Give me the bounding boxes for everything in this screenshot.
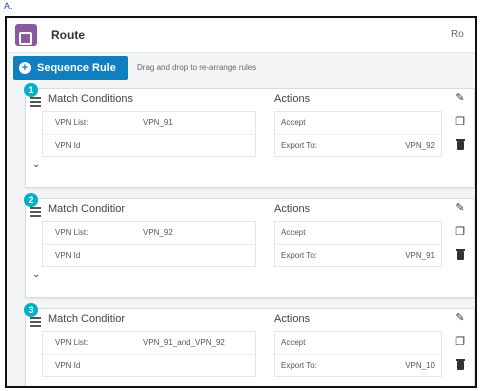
copy-icon[interactable]: ❐	[454, 335, 466, 348]
condition-row: VPN List: VPN_91	[43, 112, 255, 132]
action-key: Accept	[281, 118, 306, 127]
sequence-rule-label: Sequence Rule	[37, 62, 116, 74]
chevron-down-icon[interactable]: ⌄	[32, 159, 40, 170]
sequence-rule-1: 1 Match Conditions Actions VPN List: VPN…	[24, 83, 475, 188]
condition-key: VPN Id	[55, 141, 81, 150]
action-key: Accept	[281, 338, 306, 347]
match-conditions-title: Match Conditior	[48, 313, 126, 325]
condition-value: VPN_92	[143, 228, 173, 237]
route-icon	[15, 24, 37, 46]
pencil-icon[interactable]: ✎	[454, 91, 466, 104]
action-row: Accept	[275, 332, 441, 352]
condition-value: VPN_91	[143, 118, 173, 127]
pencil-icon[interactable]: ✎	[454, 201, 466, 214]
condition-row: VPN Id	[43, 244, 255, 265]
route-policy-panel: Route Ro + Sequence Rule Drag and drop t…	[5, 16, 477, 388]
trash-icon[interactable]	[454, 249, 466, 263]
condition-key: VPN Id	[55, 361, 81, 370]
condition-key: VPN List:	[55, 338, 89, 347]
sequence-number-badge: 3	[24, 303, 38, 317]
drag-handle-icon[interactable]	[30, 207, 41, 219]
option-label: A.	[4, 1, 13, 11]
action-value: VPN_10	[405, 361, 435, 370]
action-row: Accept	[275, 112, 441, 132]
sequence-rule-3: 3 Match Conditior Actions VPN List: VPN_…	[24, 303, 475, 386]
actions-box: Accept Export To: VPN_92	[274, 111, 442, 157]
action-row: Export To: VPN_91	[275, 244, 441, 265]
action-row: Accept	[275, 222, 441, 242]
sequence-number-badge: 2	[24, 193, 38, 207]
action-key: Export To:	[281, 361, 317, 370]
action-key: Export To:	[281, 141, 317, 150]
condition-row: VPN List: VPN_91_and_VPN_92	[43, 332, 255, 352]
sequence-rule-button[interactable]: + Sequence Rule	[13, 56, 128, 80]
copy-icon[interactable]: ❐	[454, 115, 466, 128]
drag-handle-icon[interactable]	[30, 97, 41, 109]
page-title: Route	[51, 28, 85, 42]
action-key: Accept	[281, 228, 306, 237]
sequence-rule-2: 2 Match Conditior Actions VPN List: VPN_…	[24, 193, 475, 298]
action-row: Export To: VPN_10	[275, 354, 441, 375]
action-row: Export To: VPN_92	[275, 134, 441, 155]
drag-handle-icon[interactable]	[30, 317, 41, 329]
actions-box: Accept Export To: VPN_10	[274, 331, 442, 377]
drag-hint: Drag and drop to re-arrange rules	[137, 63, 257, 72]
actions-title: Actions	[274, 203, 311, 215]
condition-key: VPN List:	[55, 228, 89, 237]
action-key: Export To:	[281, 251, 317, 260]
header-right-text: Ro	[451, 29, 464, 40]
trash-icon[interactable]	[454, 139, 466, 153]
chevron-down-icon[interactable]: ⌄	[32, 269, 40, 280]
pencil-icon[interactable]: ✎	[454, 311, 466, 324]
top-bar: Route Ro	[7, 18, 475, 53]
condition-row: VPN Id	[43, 354, 255, 375]
actions-box: Accept Export To: VPN_91	[274, 221, 442, 267]
condition-row: VPN List: VPN_92	[43, 222, 255, 242]
trash-icon[interactable]	[454, 359, 466, 373]
match-conditions-title: Match Conditions	[48, 93, 133, 105]
actions-title: Actions	[274, 313, 311, 325]
condition-row: VPN Id	[43, 134, 255, 155]
condition-value: VPN_91_and_VPN_92	[143, 338, 225, 347]
match-conditions-box: VPN List: VPN_91 VPN Id	[42, 111, 256, 157]
condition-key: VPN List:	[55, 118, 89, 127]
match-conditions-title: Match Conditior	[48, 203, 126, 215]
match-conditions-box: VPN List: VPN_92 VPN Id	[42, 221, 256, 267]
copy-icon[interactable]: ❐	[454, 225, 466, 238]
sequence-toolbar: + Sequence Rule Drag and drop to re-arra…	[7, 56, 475, 82]
action-value: VPN_92	[405, 141, 435, 150]
condition-key: VPN Id	[55, 251, 81, 260]
match-conditions-box: VPN List: VPN_91_and_VPN_92 VPN Id	[42, 331, 256, 377]
action-value: VPN_91	[405, 251, 435, 260]
plus-icon: +	[19, 62, 31, 74]
sequence-number-badge: 1	[24, 83, 38, 97]
actions-title: Actions	[274, 93, 311, 105]
